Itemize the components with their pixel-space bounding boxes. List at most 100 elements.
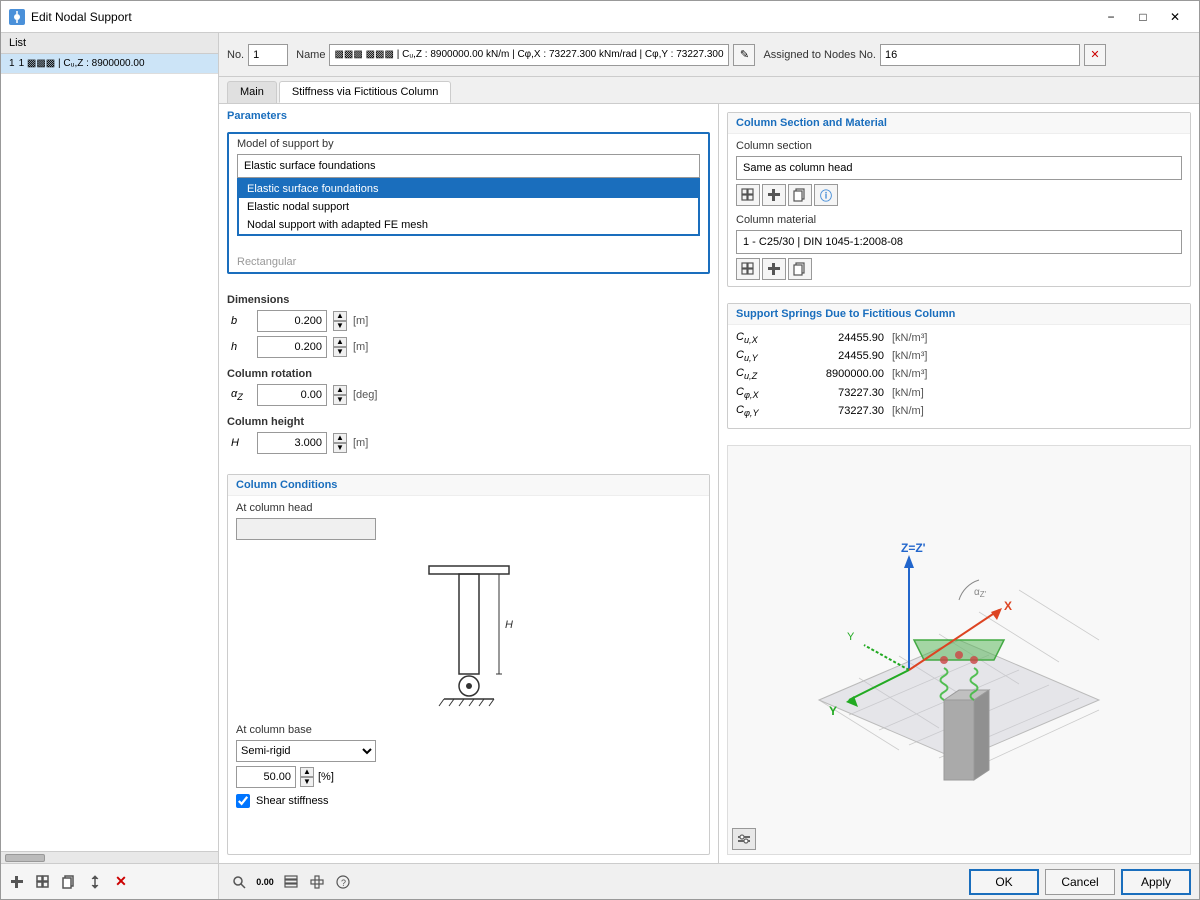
pct-up[interactable]: ▲ [300, 767, 314, 777]
height-title: Column height [227, 412, 710, 432]
height-up[interactable]: ▲ [333, 433, 347, 443]
table-view-btn[interactable] [279, 870, 303, 894]
model-dropdown[interactable]: Elastic surface foundations Elastic noda… [237, 178, 700, 236]
col-cond-title: Column Conditions [228, 475, 709, 496]
b-down[interactable]: ▼ [333, 321, 347, 331]
spring-label-4: Cφ,Y [736, 404, 786, 418]
svg-text:H: H [505, 619, 513, 631]
b-spin[interactable]: ▲ ▼ [333, 311, 347, 331]
window-controls: − □ ✕ [1095, 3, 1191, 31]
maximize-button[interactable]: □ [1127, 3, 1159, 31]
no-input[interactable] [248, 44, 288, 66]
col-section-material: Column Section and Material Column secti… [727, 112, 1191, 287]
b-label: b [231, 315, 251, 327]
dropdown-item-2[interactable]: Elastic nodal support [239, 198, 698, 216]
minimize-button[interactable]: − [1095, 3, 1127, 31]
search-btn[interactable] [227, 870, 251, 894]
height-down[interactable]: ▼ [333, 443, 347, 453]
main-window: Edit Nodal Support − □ ✕ List 1 1 ▩▩▩ | … [0, 0, 1200, 900]
name-edit-button[interactable]: ✎ [733, 44, 755, 66]
b-input[interactable] [257, 310, 327, 332]
semi-rigid-select[interactable]: Fixed Semi-rigid Pinned [236, 740, 376, 762]
window-title: Edit Nodal Support [31, 10, 1089, 24]
spring-unit-1: [kN/m³] [892, 350, 927, 362]
svg-text:X: X [1004, 599, 1012, 613]
column-conditions-section: Column Conditions At column head [227, 474, 710, 855]
list-item[interactable]: 1 1 ▩▩▩ | Cᵤ,Z : 8900000.00 [1, 54, 218, 74]
assigned-input[interactable] [880, 44, 1080, 66]
az-label: αZ [231, 388, 251, 402]
section-add-btn[interactable] [762, 184, 786, 206]
settings-btn[interactable] [305, 870, 329, 894]
shape-label: Rectangular [229, 254, 708, 272]
spring-label-1: Cu,Y [736, 349, 786, 363]
springs-inner: Cu,X 24455.90 [kN/m³] Cu,Y 24455.90 [kN/… [728, 325, 1190, 428]
bottom-bar: 0.00 ? OK Cancel Apply [219, 863, 1199, 899]
height-input[interactable] [257, 432, 327, 454]
copy-button[interactable] [57, 870, 81, 894]
ok-button[interactable]: OK [969, 869, 1039, 895]
material-copy-btn[interactable] [788, 258, 812, 280]
h-down[interactable]: ▼ [333, 347, 347, 357]
rot-up[interactable]: ▲ [333, 385, 347, 395]
table-button[interactable] [31, 870, 55, 894]
apply-button[interactable]: Apply [1121, 869, 1191, 895]
h-input[interactable] [257, 336, 327, 358]
section-copy-btn[interactable] [788, 184, 812, 206]
percentage-input[interactable] [236, 766, 296, 788]
spring-row-2: Cu,Z 8900000.00 [kN/m³] [736, 367, 1182, 381]
assigned-clear-button[interactable]: ✕ [1084, 44, 1106, 66]
section-info-btn[interactable]: ⓘ [814, 184, 838, 206]
section-table-btn[interactable] [736, 184, 760, 206]
col-head-input[interactable] [236, 518, 376, 540]
list-item-label: 1 ▩▩▩ | Cᵤ,Z : 8900000.00 [19, 58, 145, 69]
delete-button[interactable]: ✕ [109, 870, 133, 894]
zero-btn[interactable]: 0.00 [253, 870, 277, 894]
cancel-button[interactable]: Cancel [1045, 869, 1115, 895]
list-header: List [1, 33, 218, 54]
rotation-input[interactable] [257, 384, 327, 406]
scrollbar-thumb[interactable] [5, 854, 45, 862]
params-panel: Parameters Model of support by Elastic s… [219, 104, 719, 863]
h-spin[interactable]: ▲ ▼ [333, 337, 347, 357]
viz-settings-btn[interactable] [732, 828, 756, 850]
pct-spin[interactable]: ▲ ▼ [300, 767, 314, 787]
spring-value-1: 24455.90 [794, 350, 884, 362]
dropdown-item-1[interactable]: Elastic surface foundations [239, 180, 698, 198]
move-button[interactable] [83, 870, 107, 894]
pct-down[interactable]: ▼ [300, 777, 314, 787]
name-field-group: Name ✎ [296, 44, 755, 66]
h-up[interactable]: ▲ [333, 337, 347, 347]
viz-area: Z=Z' Y Y [727, 445, 1191, 855]
material-add-btn[interactable] [762, 258, 786, 280]
springs-section: Support Springs Due to Fictitious Column… [727, 303, 1191, 429]
dims-section: Dimensions b ▲ ▼ [m] h [227, 290, 710, 458]
shear-stiffness-checkbox[interactable] [236, 794, 250, 808]
add-button[interactable] [5, 870, 29, 894]
rotation-spin[interactable]: ▲ ▼ [333, 385, 347, 405]
section-label: Column section [736, 140, 1182, 152]
material-table-btn[interactable] [736, 258, 760, 280]
parameters-title: Parameters [219, 104, 718, 124]
list-panel: List 1 1 ▩▩▩ | Cᵤ,Z : 8900000.00 [1, 33, 219, 899]
section-select[interactable]: Same as column head [736, 156, 1182, 180]
help-btn[interactable]: ? [331, 870, 355, 894]
height-spin[interactable]: ▲ ▼ [333, 433, 347, 453]
list-item-number: 1 [9, 58, 15, 69]
material-select-wrapper: 1 - C25/30 | DIN 1045-1:2008-08 [736, 230, 1182, 254]
at-head-label: At column head [236, 502, 701, 514]
dropdown-item-3[interactable]: Nodal support with adapted FE mesh [239, 216, 698, 234]
close-button[interactable]: ✕ [1159, 3, 1191, 31]
shear-stiffness-row: Shear stiffness [236, 794, 701, 808]
list-scrollbar[interactable] [1, 851, 218, 863]
list-toolbar: ✕ [1, 863, 218, 899]
model-select[interactable]: Elastic surface foundations Elastic noda… [237, 154, 700, 178]
rot-down[interactable]: ▼ [333, 395, 347, 405]
viz-toolbar [732, 828, 756, 850]
tab-main[interactable]: Main [227, 81, 277, 103]
height-row: H ▲ ▼ [m] [227, 432, 710, 454]
name-input[interactable] [329, 44, 729, 66]
tab-stiffness[interactable]: Stiffness via Fictitious Column [279, 81, 452, 103]
material-select[interactable]: 1 - C25/30 | DIN 1045-1:2008-08 [736, 230, 1182, 254]
b-up[interactable]: ▲ [333, 311, 347, 321]
